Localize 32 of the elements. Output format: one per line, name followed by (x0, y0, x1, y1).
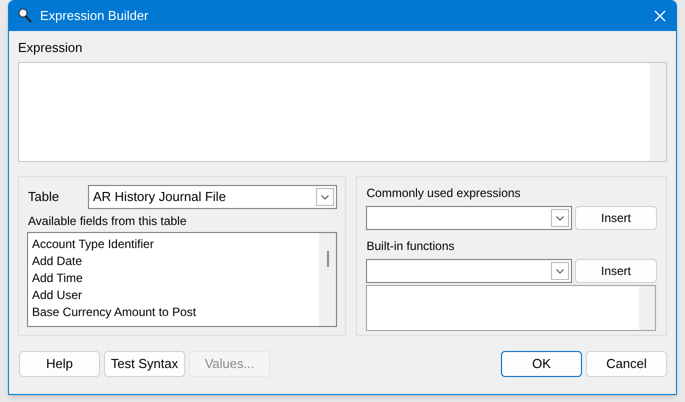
dropdown-button[interactable] (551, 209, 569, 227)
scrollbar-thumb[interactable] (326, 251, 329, 267)
dialog-button[interactable]: Test Syntax (104, 351, 185, 377)
expression-label: Expression (18, 40, 84, 56)
dialog-button[interactable]: OK (501, 351, 582, 377)
dropdown-button[interactable] (551, 262, 569, 280)
chevron-down-icon (321, 194, 330, 200)
dialog-button[interactable]: Cancel (586, 351, 667, 377)
field-list-item[interactable]: Add Time (31, 270, 320, 287)
scrollbar-track (639, 286, 656, 330)
magnifier-icon (17, 8, 33, 24)
builtin-functions-label: Built-in functions (366, 238, 456, 254)
table-dropdown[interactable]: AR History Journal File (88, 185, 338, 209)
chevron-down-icon (556, 268, 564, 274)
fields-label: Available fields from this table (27, 213, 188, 229)
chevron-down-icon (556, 216, 564, 220)
expression-field[interactable] (18, 62, 667, 162)
close-icon[interactable] (654, 10, 666, 22)
field-list-item[interactable]: Account Type Identifier (31, 236, 320, 253)
fields-list[interactable]: Account Type Identifier Add Date Add Time Add User Base Currency Amount to Post (27, 232, 338, 327)
field-list-item[interactable]: Add User (31, 287, 320, 304)
table-label: Table (27, 188, 60, 206)
common-expressions-label: Commonly used expressions (366, 185, 522, 201)
field-list-item[interactable]: Base Currency Amount to Post (31, 304, 320, 321)
dropdown-button[interactable] (316, 188, 334, 206)
insert-button[interactable]: Insert (575, 259, 657, 283)
builtin-functions-dropdown[interactable] (366, 259, 572, 283)
insert-button[interactable]: Insert (575, 206, 657, 230)
field-list-item[interactable]: Add Date (31, 253, 320, 270)
dialog-button[interactable]: Help (19, 351, 100, 377)
window-title: Expression Builder (40, 7, 150, 26)
common-expressions-dropdown[interactable] (366, 206, 572, 230)
